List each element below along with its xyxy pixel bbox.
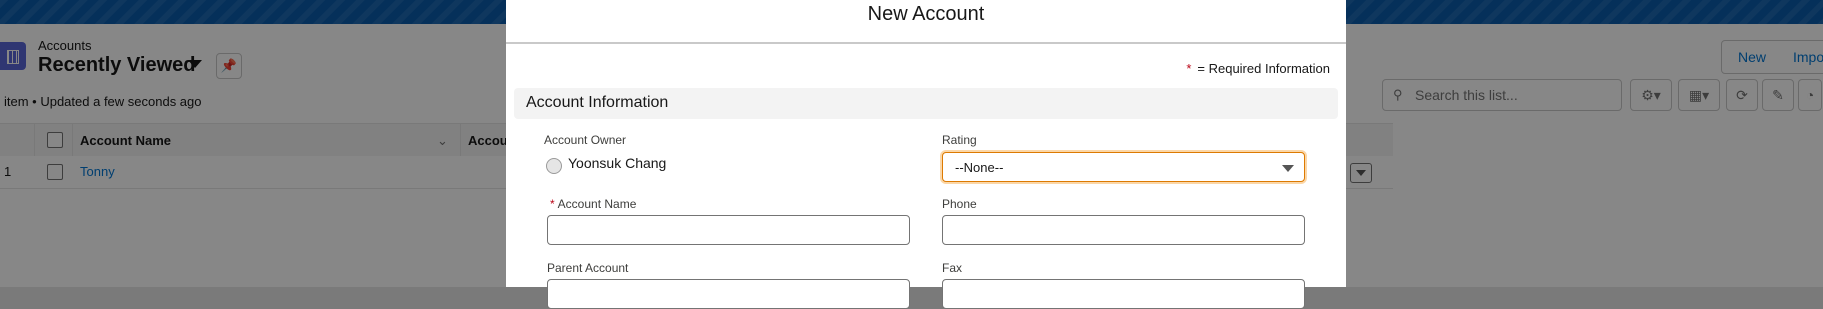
required-star: * [550,197,555,211]
rating-select[interactable]: --None-- [942,152,1305,182]
account-name-field[interactable] [547,215,910,245]
section-account-information[interactable]: Account Information [514,88,1338,119]
required-info-text: = Required Information [1197,61,1330,76]
rating-label: Rating [942,133,977,147]
parent-account-field[interactable] [547,279,910,309]
required-info-note: * = Required Information [1186,61,1330,76]
user-avatar-icon [546,158,562,174]
account-name-label-text: Account Name [557,197,637,211]
rating-selected-value: --None-- [955,160,1004,175]
fax-label: Fax [942,261,963,275]
fax-field[interactable] [942,279,1305,309]
phone-label: Phone [942,197,977,211]
new-account-modal: New Account * = Required Information Acco… [506,0,1346,309]
phone-field[interactable] [942,215,1305,245]
account-owner-label: Account Owner [544,133,627,147]
parent-account-label: Parent Account [547,261,629,275]
account-name-label: * Account Name [550,197,636,211]
section-title: Account Information [526,94,669,111]
account-owner-value: Yoonsuk Chang [568,155,667,171]
modal-title: New Account [506,0,1346,44]
required-star: * [1186,61,1192,76]
chevron-down-icon [1282,165,1294,172]
